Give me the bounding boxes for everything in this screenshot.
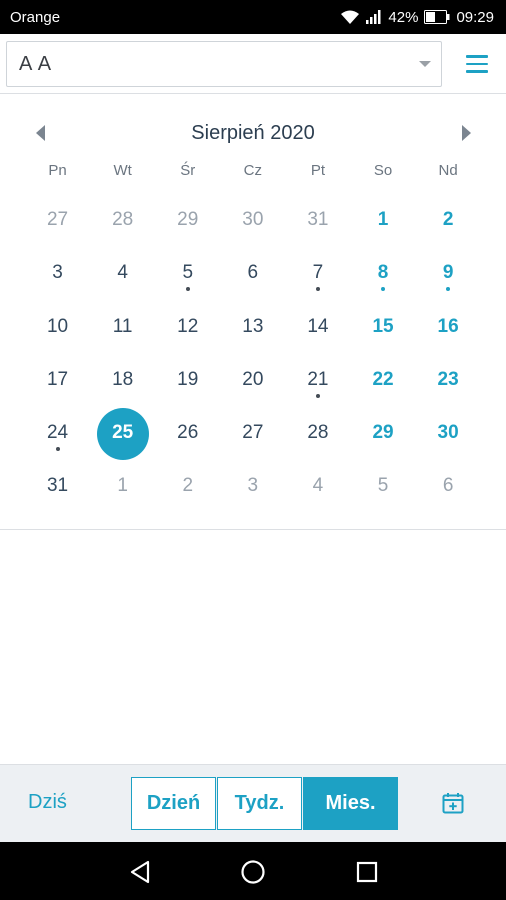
view-toolbar: Dziś Dzień Tydz. Mies. (0, 764, 506, 842)
battery-percent: 42% (388, 8, 419, 26)
day-cell[interactable]: 31 (285, 194, 350, 247)
clock: 09:29 (456, 8, 494, 26)
battery-icon (424, 10, 450, 24)
month-view-button[interactable]: Mies. (303, 777, 398, 830)
system-nav-bar (0, 842, 506, 900)
month-calendar: Sierpień 2020 Pn Wt Śr Cz Pt So Nd 27 28… (0, 94, 506, 530)
day-cell[interactable]: 7 (285, 247, 350, 300)
weekday-label: Pn (48, 162, 67, 179)
day-cell[interactable]: 1 (350, 194, 415, 247)
day-cell[interactable]: 30 (416, 407, 481, 460)
weekday-label: So (373, 162, 393, 179)
day-cell[interactable]: 16 (416, 301, 481, 354)
dropdown-caret-icon (419, 61, 431, 67)
day-cell[interactable]: 17 (25, 354, 90, 407)
week-row: 3 4 5 6 7 8 9 (25, 247, 481, 300)
event-dot (380, 287, 385, 292)
day-cell[interactable]: 3 (220, 460, 285, 513)
day-cell[interactable]: 28 (90, 194, 155, 247)
day-cell[interactable]: 24 (25, 407, 90, 460)
day-cell[interactable]: 2 (155, 460, 220, 513)
app-bar: A A (0, 34, 506, 94)
day-cell[interactable]: 20 (220, 354, 285, 407)
hamburger-menu-icon[interactable] (460, 51, 494, 77)
day-cell[interactable]: 14 (285, 301, 350, 354)
home-icon[interactable] (240, 859, 266, 885)
wifi-icon (340, 9, 360, 25)
week-view-button[interactable]: Tydz. (217, 777, 302, 830)
weekday-label: Śr (180, 162, 196, 179)
recents-icon[interactable] (354, 859, 380, 885)
weekday-label: Nd (438, 162, 458, 179)
day-cell[interactable]: 3 (25, 247, 90, 300)
weekday-label: Wt (113, 162, 132, 179)
status-icons: 42% 09:29 (340, 9, 494, 26)
day-view-button[interactable]: Dzień (131, 777, 216, 830)
day-cell[interactable]: 19 (155, 354, 220, 407)
event-dot (315, 287, 320, 292)
weekday-label: Cz (243, 162, 262, 179)
event-dot (185, 287, 190, 292)
day-cell[interactable]: 4 (90, 247, 155, 300)
day-cell[interactable]: 21 (285, 354, 350, 407)
back-icon[interactable] (127, 859, 153, 885)
weekday-header: Pn Wt Śr Cz Pt So Nd (25, 162, 481, 179)
next-month-icon[interactable] (462, 125, 471, 141)
day-cell[interactable]: 28 (285, 407, 350, 460)
signal-icon (366, 10, 382, 24)
week-row: 24 25 26 27 28 29 30 (25, 407, 481, 461)
day-cell[interactable]: 11 (90, 301, 155, 354)
day-cell[interactable]: 6 (220, 247, 285, 300)
event-dot (315, 393, 320, 398)
day-cell[interactable]: 9 (416, 247, 481, 300)
day-cell[interactable]: 12 (155, 301, 220, 354)
month-title: Sierpień 2020 (191, 122, 315, 144)
day-cell[interactable]: 13 (220, 301, 285, 354)
day-cell[interactable]: 5 (155, 247, 220, 300)
calendar-header: Sierpień 2020 (0, 116, 506, 146)
day-cell[interactable]: 1 (90, 460, 155, 513)
weekday-label: Pt (310, 162, 326, 179)
carrier-name: Orange (10, 8, 61, 26)
event-dot (446, 287, 451, 292)
day-cell[interactable]: 8 (350, 247, 415, 300)
day-cell[interactable]: 27 (220, 407, 285, 460)
day-cell[interactable]: 15 (350, 301, 415, 354)
week-row: 27 28 29 30 31 1 2 (25, 194, 481, 247)
week-row: 17 18 19 20 21 22 23 (25, 354, 481, 407)
day-cell[interactable]: 4 (285, 460, 350, 513)
day-cell[interactable]: 23 (416, 354, 481, 407)
day-cell[interactable]: 26 (155, 407, 220, 460)
day-cell[interactable]: 29 (155, 194, 220, 247)
week-row: 31 1 2 3 4 5 6 (25, 460, 481, 513)
event-dot (55, 447, 60, 452)
selected-day-cell[interactable]: 25 (90, 407, 155, 461)
day-grid: 27 28 29 30 31 1 2 3 4 5 6 7 8 9 10 11 1… (25, 194, 481, 514)
day-cell[interactable]: 2 (416, 194, 481, 247)
calendar-select-value: A A (19, 52, 53, 75)
day-cell[interactable]: 18 (90, 354, 155, 407)
day-cell[interactable]: 6 (416, 460, 481, 513)
day-cell[interactable]: 31 (25, 460, 90, 513)
calendar-add-icon[interactable] (441, 791, 465, 820)
day-cell[interactable]: 5 (350, 460, 415, 513)
day-cell[interactable]: 10 (25, 301, 90, 354)
status-bar: Orange 42% 09:29 (0, 0, 506, 34)
day-cell[interactable]: 27 (25, 194, 90, 247)
today-button[interactable]: Dziś (28, 791, 67, 814)
week-row: 10 11 12 13 14 15 16 (25, 301, 481, 354)
day-cell[interactable]: 29 (350, 407, 415, 460)
day-cell[interactable]: 30 (220, 194, 285, 247)
day-cell[interactable]: 22 (350, 354, 415, 407)
calendar-select[interactable]: A A (6, 41, 442, 87)
